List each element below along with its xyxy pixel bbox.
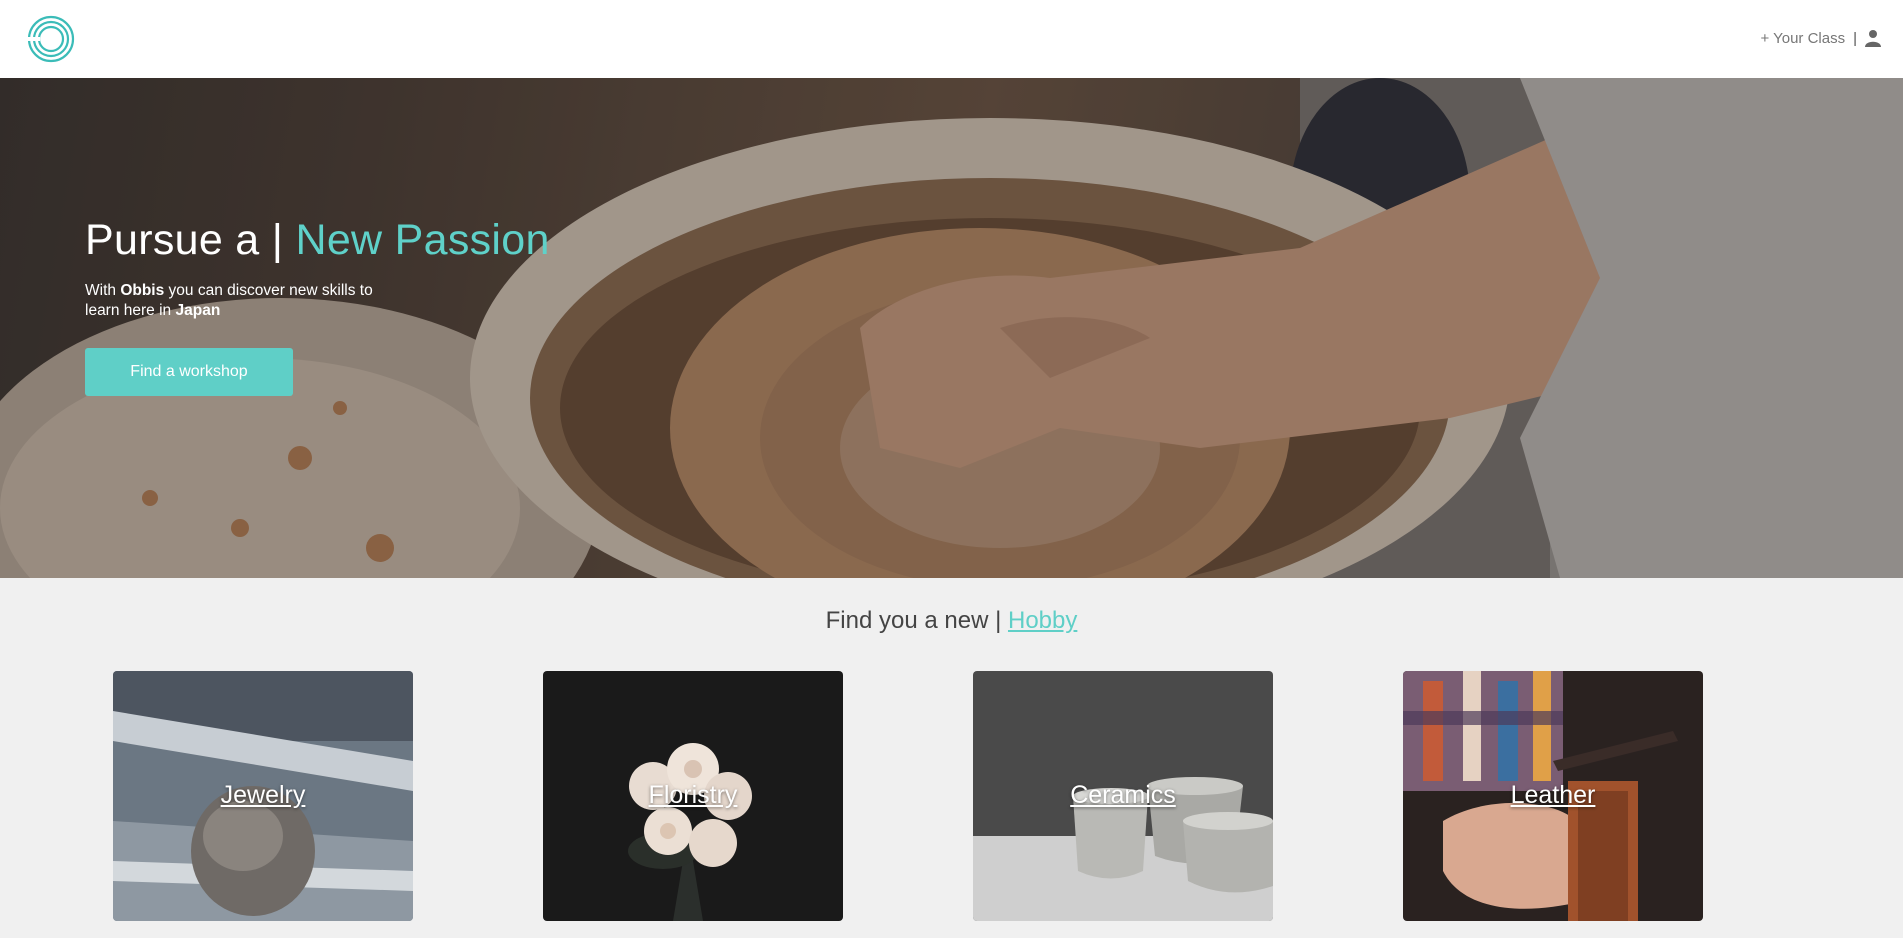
hero-sub-brand: Obbis — [120, 282, 165, 299]
user-icon[interactable] — [1865, 29, 1881, 47]
hobby-card-ceramics[interactable]: Ceramics — [973, 671, 1273, 921]
rings-logo-icon[interactable] — [26, 14, 76, 64]
hero-overlay — [0, 78, 1903, 578]
hero-banner: Pursue a | New Passion With Obbis you ca… — [0, 78, 1903, 578]
hobby-card-label: Floristry — [648, 781, 738, 809]
hero-title-prefix: Pursue a | — [85, 216, 296, 264]
add-class-link[interactable]: + Your Class — [1760, 30, 1845, 47]
header-actions: + Your Class | — [1760, 29, 1881, 47]
hero-sub-place: Japan — [175, 302, 221, 319]
hobby-card-label: Jewelry — [220, 781, 306, 809]
hero-sub-with: With — [85, 282, 121, 299]
hobby-title-prefix: Find you a new | — [825, 607, 1008, 634]
top-navbar: + Your Class | — [0, 0, 1903, 78]
hero-subtitle: With Obbis you can discover new skills t… — [85, 281, 385, 321]
hobby-card-jewelry[interactable]: Jewelry — [113, 671, 413, 921]
hobby-card-label: Ceramics — [1070, 781, 1176, 809]
hobby-card-label: Leather — [1510, 781, 1596, 809]
hero-title-accent: New Passion — [295, 216, 550, 264]
hobby-card-floristry[interactable]: Floristry — [543, 671, 843, 921]
find-workshop-button[interactable]: Find a workshop — [85, 348, 293, 396]
header-separator: | — [1853, 29, 1857, 47]
hobby-card-leather[interactable]: Leather — [1403, 671, 1703, 921]
hero-content: Pursue a | New Passion With Obbis you ca… — [85, 216, 550, 321]
hero-title: Pursue a | New Passion — [85, 216, 550, 265]
hobby-link[interactable]: Hobby — [1008, 607, 1077, 634]
hobby-section-title: Find you a new | Hobby — [0, 607, 1903, 635]
